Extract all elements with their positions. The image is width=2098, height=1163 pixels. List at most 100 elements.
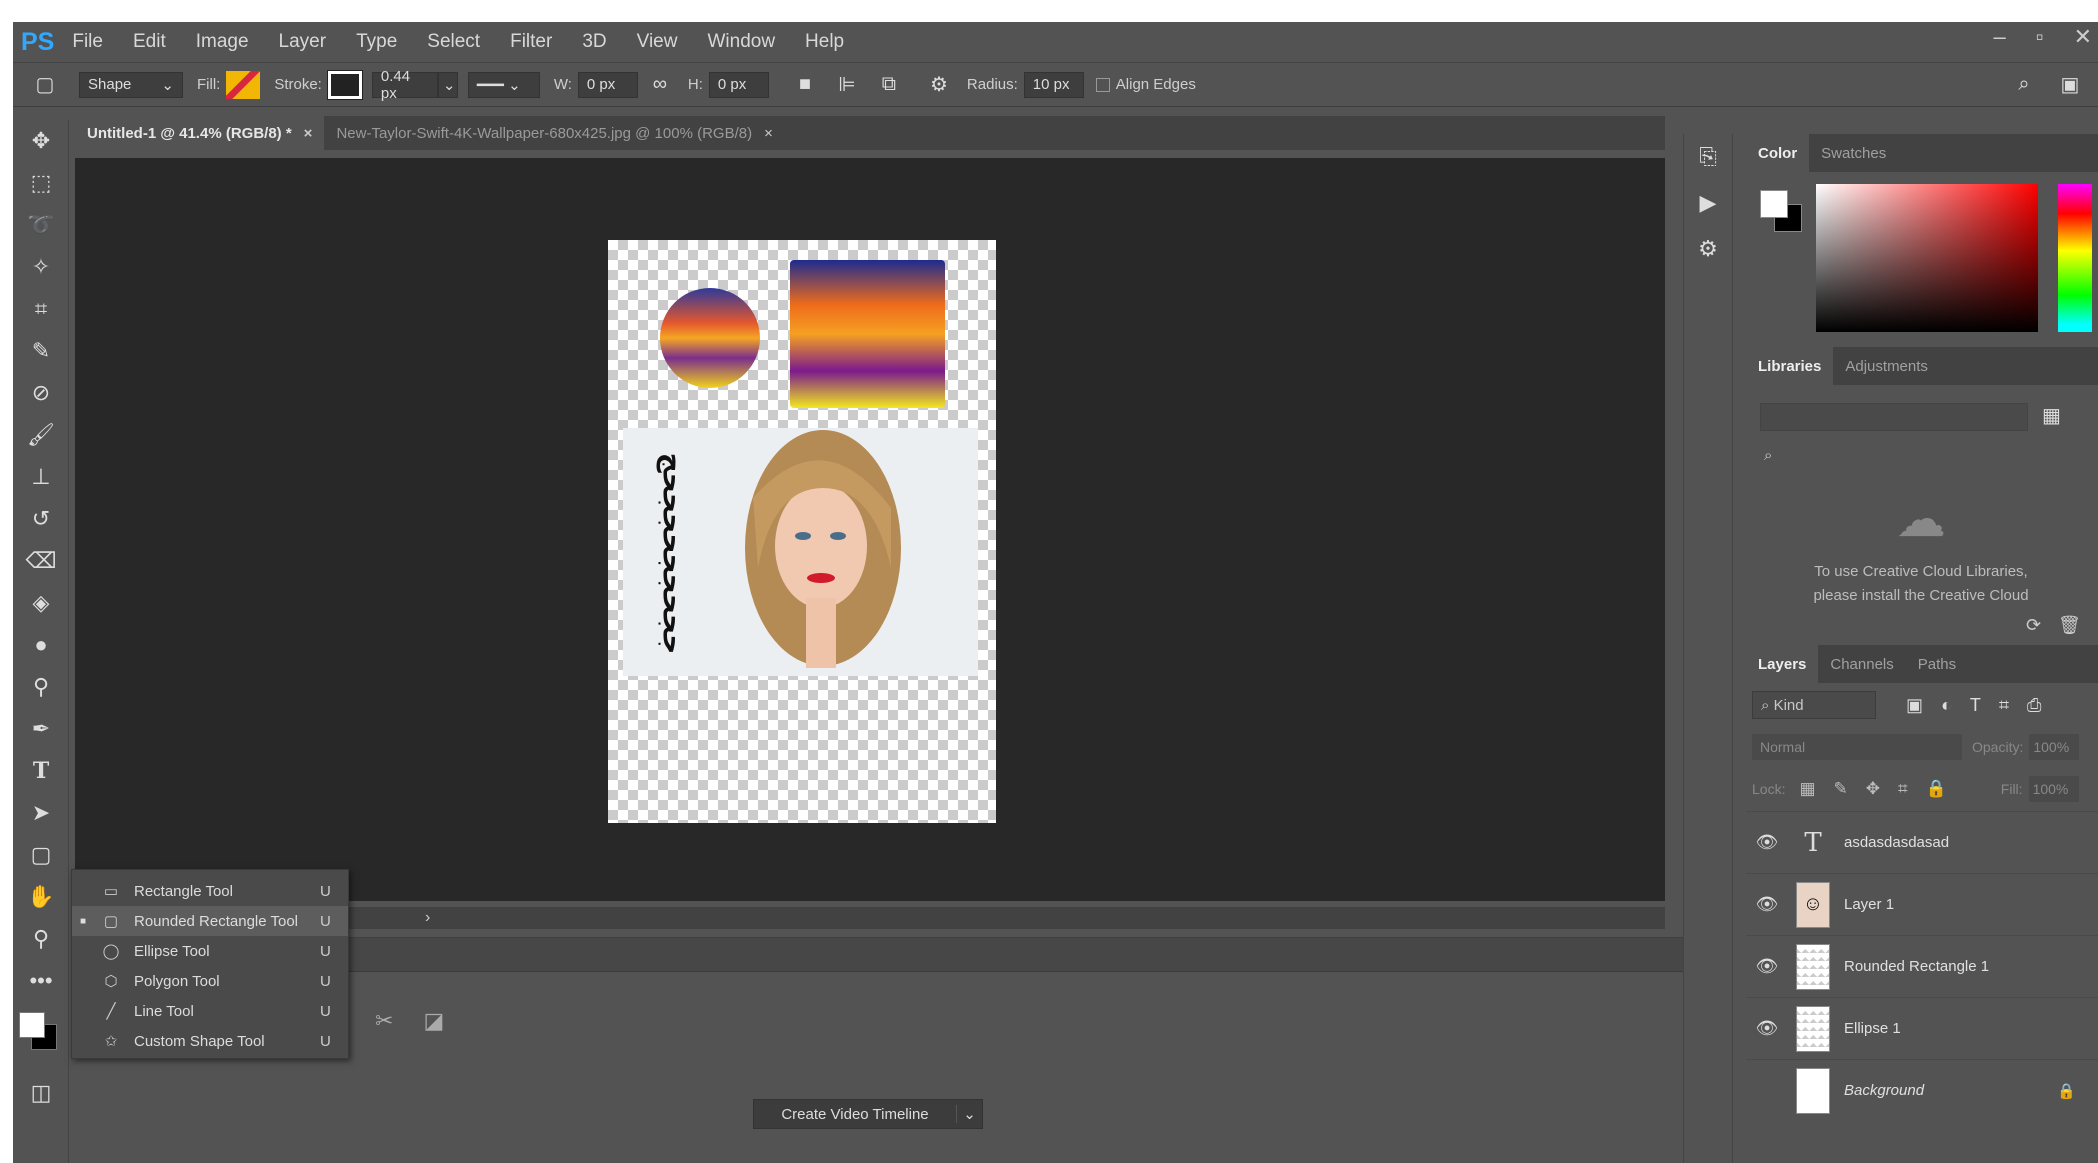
mode-select[interactable]: Shape ⌄ (79, 71, 183, 98)
crop-tool-icon[interactable]: ⌗ (13, 288, 69, 330)
search-icon[interactable]: ⌕ (2010, 71, 2038, 99)
actions-play-icon[interactable]: ▶ (1684, 180, 1732, 226)
grid-view-icon[interactable]: ▦ (2042, 403, 2061, 428)
tab-adjustments[interactable]: Adjustments (1833, 347, 1940, 385)
tab-paths[interactable]: Paths (1906, 645, 1968, 683)
close-icon[interactable]: × (764, 125, 773, 142)
align-edges-checkbox[interactable] (1095, 77, 1110, 92)
tab-layers[interactable]: Layers (1746, 645, 1819, 683)
history-brush-tool-icon[interactable]: ↺ (13, 498, 69, 540)
opacity-input[interactable]: 100% (2029, 734, 2080, 760)
chevron-right-icon[interactable]: › (425, 909, 430, 927)
menu-select[interactable]: Select (427, 31, 480, 53)
width-input[interactable]: 0 px (577, 71, 638, 98)
filter-pixel-icon[interactable]: ▣ (1906, 695, 1923, 716)
library-select[interactable] (1760, 403, 2028, 431)
radius-input[interactable]: 10 px (1023, 71, 1084, 98)
color-picker-field[interactable] (1816, 184, 2038, 332)
hand-tool-icon[interactable]: ✋ (13, 876, 69, 918)
flyout-rectangle-tool[interactable]: ▭ Rectangle Tool U (72, 876, 348, 906)
blur-tool-icon[interactable]: ● (13, 624, 69, 666)
filter-shape-icon[interactable]: ⌗ (1999, 695, 2009, 716)
layer-row[interactable]: Background 🔒 (1746, 1059, 2098, 1121)
eyedropper-tool-icon[interactable]: ✎ (13, 330, 69, 372)
eraser-tool-icon[interactable]: ⌫ (13, 540, 69, 582)
move-tool-icon[interactable]: ✥ (13, 120, 69, 162)
zoom-tool-icon[interactable]: ⚲ (13, 918, 69, 960)
menu-image[interactable]: Image (196, 31, 249, 53)
tab-color[interactable]: Color (1746, 134, 1810, 172)
visibility-eye-icon[interactable]: 👁 (1746, 894, 1788, 915)
layer-row[interactable]: 👁 Ellipse 1 (1746, 997, 2098, 1059)
menu-3d[interactable]: 3D (582, 31, 606, 53)
pen-tool-icon[interactable]: ✒ (13, 708, 69, 750)
close-icon[interactable]: ✕ (2074, 24, 2092, 50)
cc-sync-icon[interactable]: ⟳ (2026, 615, 2041, 636)
history-icon[interactable]: ⎘ (1684, 134, 1732, 180)
menu-edit[interactable]: Edit (133, 31, 166, 53)
healing-brush-tool-icon[interactable]: ⊘ (13, 372, 69, 414)
close-icon[interactable]: × (304, 125, 313, 142)
menu-file[interactable]: File (72, 31, 103, 53)
layer-row[interactable]: 👁 T asdasdasdasad (1746, 811, 2098, 873)
chevron-down-icon[interactable]: ⌄ (956, 1105, 982, 1123)
lock-transparent-icon[interactable]: ▦ (1799, 779, 1815, 799)
tab-untitled-1[interactable]: Untitled-1 @ 41.4% (RGB/8) * × (75, 116, 325, 150)
tab-channels[interactable]: Channels (1818, 645, 1905, 683)
photo-layer[interactable]: ججحججحججحج (623, 428, 978, 676)
flyout-line-tool[interactable]: ╱ Line Tool U (72, 996, 348, 1026)
path-arrangement-icon[interactable]: ⧉ (875, 71, 903, 99)
visibility-eye-icon[interactable]: 👁 (1746, 832, 1788, 853)
magic-wand-tool-icon[interactable]: ✧ (13, 246, 69, 288)
flyout-custom-shape-tool[interactable]: ✩ Custom Shape Tool U (72, 1026, 348, 1056)
filter-smart-object-icon[interactable]: ⎙ (2027, 695, 2041, 716)
fill-input[interactable]: 100% (2028, 776, 2079, 802)
ellipse-shape[interactable] (660, 288, 760, 388)
visibility-eye-icon[interactable]: 👁 (1746, 1018, 1788, 1039)
stroke-type-select[interactable]: ━━━ ⌄ (467, 71, 540, 98)
properties-icon[interactable]: ⚙ (1684, 226, 1732, 272)
blend-mode-select[interactable]: Normal (1752, 734, 1962, 760)
layer-row[interactable]: 👁 ☺ Layer 1 (1746, 873, 2098, 935)
path-operations-icon[interactable]: ■ (791, 71, 819, 99)
scissors-icon[interactable]: ✂ (375, 1008, 393, 1034)
lock-pixels-icon[interactable]: ✎ (1834, 779, 1848, 799)
tool-preset-icon[interactable]: ▢ (31, 71, 59, 99)
path-alignment-icon[interactable]: ⊫ (833, 71, 861, 99)
menu-filter[interactable]: Filter (510, 31, 552, 53)
tab-swatches[interactable]: Swatches (1809, 134, 1898, 172)
menu-layer[interactable]: Layer (279, 31, 327, 53)
transition-icon[interactable]: ◪ (423, 1008, 444, 1034)
lock-position-icon[interactable]: ✥ (1866, 779, 1880, 799)
minimize-icon[interactable]: – (1994, 24, 2006, 50)
layer-row[interactable]: 👁 Rounded Rectangle 1 (1746, 935, 2098, 997)
lock-artboard-icon[interactable]: ⌗ (1898, 779, 1908, 799)
foreground-color[interactable] (19, 1012, 45, 1038)
dodge-tool-icon[interactable]: ⚲ (13, 666, 69, 708)
height-input[interactable]: 0 px (708, 71, 769, 98)
trash-icon[interactable]: 🗑 (2058, 615, 2081, 636)
link-icon[interactable]: ∞ (646, 71, 674, 99)
path-selection-tool-icon[interactable]: ➤ (13, 792, 69, 834)
tab-wallpaper[interactable]: New-Taylor-Swift-4K-Wallpaper-680x425.jp… (324, 116, 784, 150)
type-tool-icon[interactable]: T (13, 750, 69, 792)
tab-libraries[interactable]: Libraries (1746, 347, 1834, 385)
flyout-rounded-rectangle-tool[interactable]: ■ ▢ Rounded Rectangle Tool U (72, 906, 348, 936)
stroke-width-input[interactable]: 0.44 px (371, 68, 438, 102)
filter-type-icon[interactable]: T (1970, 695, 1981, 716)
create-video-timeline-button[interactable]: Create Video Timeline ⌄ (753, 1099, 983, 1129)
search-icon[interactable]: ⌕ (1764, 447, 1772, 464)
layer-filter-kind[interactable]: ⌕ Kind (1752, 691, 1876, 719)
menu-help[interactable]: Help (805, 31, 844, 53)
marquee-tool-icon[interactable]: ⬚ (13, 162, 69, 204)
color-swatches[interactable] (13, 1002, 68, 1072)
menu-view[interactable]: View (637, 31, 678, 53)
fill-swatch[interactable] (226, 70, 261, 99)
lock-all-icon[interactable]: 🔒 (1926, 779, 1947, 799)
chevron-down-icon[interactable]: ⌄ (437, 71, 458, 98)
paint-bucket-tool-icon[interactable]: ◈ (13, 582, 69, 624)
more-tools-icon[interactable]: ••• (13, 960, 69, 1002)
menu-window[interactable]: Window (707, 31, 775, 53)
menu-type[interactable]: Type (356, 31, 397, 53)
stroke-swatch[interactable] (326, 69, 363, 100)
